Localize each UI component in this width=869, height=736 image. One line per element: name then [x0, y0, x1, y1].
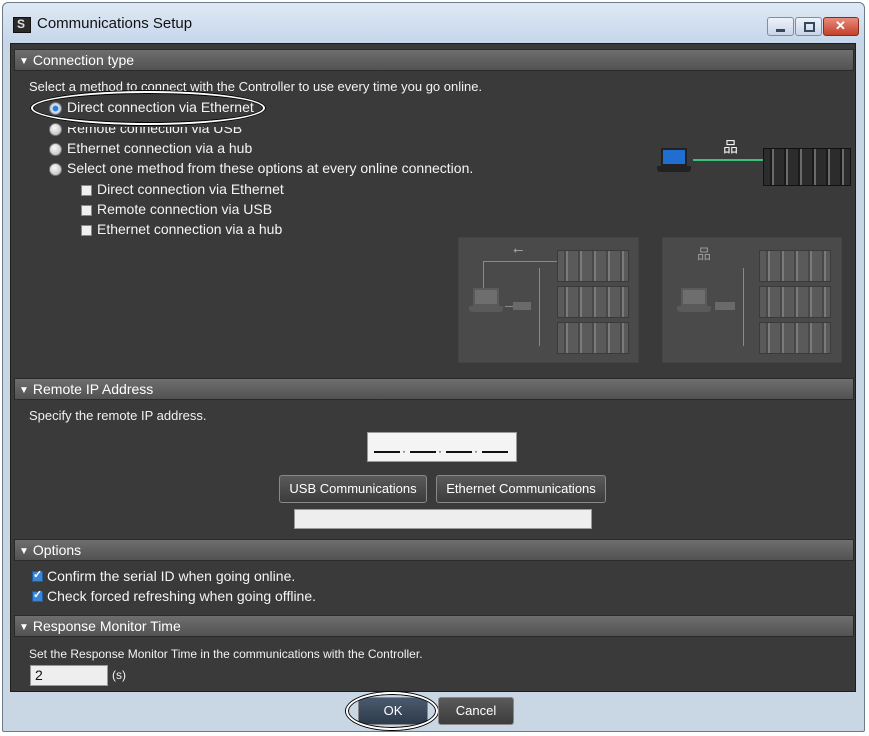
ip-octet-1[interactable]: [374, 451, 400, 453]
radio-remote-usb[interactable]: [49, 123, 62, 136]
confirm-serial-id-label: Confirm the serial ID when going online.: [47, 568, 296, 584]
ip-octet-4[interactable]: [482, 451, 508, 453]
cancel-button[interactable]: Cancel: [438, 697, 514, 725]
highlight-oval: [31, 91, 265, 125]
radio-ethernet-hub[interactable]: [49, 143, 62, 156]
response-monitor-title: Response Monitor Time: [32, 618, 181, 634]
dialog-content: ▼ Connection type Select a method to conn…: [10, 43, 856, 692]
diagram-controller-1: [557, 250, 629, 282]
close-icon[interactable]: [823, 17, 859, 36]
ip-octet-3[interactable]: [446, 451, 472, 453]
collapse-triangle-icon: ▼: [19, 56, 29, 67]
app-icon: [13, 17, 31, 33]
connection-type-title: Connection type: [32, 52, 135, 68]
window-title: Communications Setup: [37, 15, 193, 32]
usb-icon: ⭠: [513, 242, 524, 257]
ip-dot: ·: [402, 444, 406, 458]
network-icon: 品: [723, 139, 739, 156]
controller-icon: [763, 148, 851, 186]
hub-connection-diagram: 品: [662, 237, 842, 363]
ip-address-input[interactable]: · · ·: [367, 432, 517, 462]
ip-octet-2[interactable]: [410, 451, 436, 453]
hub-bus-wire: [539, 268, 540, 346]
usb-wire: [483, 261, 563, 262]
switch-bus-wire: [743, 268, 744, 346]
check-forced-refreshing-checkbox[interactable]: [32, 588, 43, 602]
usb-communications-test-button[interactable]: USB Communications Test: [279, 475, 427, 522]
collapse-triangle-icon: ▼: [19, 622, 29, 633]
diagram-controller-3: [557, 322, 629, 354]
response-monitor-time-input[interactable]: 2: [30, 665, 108, 686]
diagram-switch-icon: [715, 302, 735, 310]
ethernet-cable: [693, 159, 763, 161]
maximize-icon[interactable]: [795, 17, 822, 36]
laptop-hub-wire: [505, 306, 513, 307]
options-title: Options: [32, 542, 82, 558]
diagram-network-icon: 品: [697, 246, 711, 262]
ip-dot: ·: [438, 444, 442, 458]
ok-highlight-oval: [346, 692, 438, 730]
sub-checkbox-remote-usb[interactable]: [81, 205, 92, 216]
test-result-field: [294, 509, 592, 529]
minimize-icon[interactable]: [767, 17, 794, 36]
radio-select-each-time[interactable]: [49, 163, 62, 176]
check-forced-refreshing-label: Check forced refreshing when going offli…: [47, 588, 317, 604]
diagram-hub-icon: [513, 302, 531, 310]
ip-dot: ·: [474, 444, 478, 458]
dialog-footer: OK Cancel: [0, 692, 861, 730]
option-ethernet-hub-label: Ethernet connection via a hub: [67, 140, 253, 156]
diagram-controller-4: [759, 250, 831, 282]
option-select-each-time-label: Select one method from these options at …: [67, 160, 474, 176]
collapse-triangle-icon: ▼: [19, 385, 29, 396]
seconds-unit-label: (s): [112, 668, 126, 682]
sub-checkbox-direct-ethernet[interactable]: [81, 185, 92, 196]
connection-type-header[interactable]: ▼ Connection type: [14, 49, 854, 71]
confirm-serial-id-checkbox[interactable]: [32, 568, 43, 582]
response-monitor-instruction: Set the Response Monitor Time in the com…: [29, 647, 423, 661]
usb-connection-diagram: ⭠: [458, 237, 639, 363]
response-monitor-header[interactable]: ▼ Response Monitor Time: [14, 615, 854, 637]
options-header[interactable]: ▼ Options: [14, 539, 854, 561]
title-bar[interactable]: Communications Setup: [3, 3, 864, 43]
remote-ip-instruction: Specify the remote IP address.: [29, 408, 207, 423]
remote-ip-header[interactable]: ▼ Remote IP Address: [14, 378, 854, 400]
diagram-controller-5: [759, 286, 831, 318]
sub-checkbox-ethernet-hub[interactable]: [81, 225, 92, 236]
collapse-triangle-icon: ▼: [19, 546, 29, 557]
remote-ip-title: Remote IP Address: [32, 381, 154, 397]
ethernet-communications-test-button[interactable]: Ethernet Communications Test: [436, 475, 606, 522]
diagram-controller-6: [759, 322, 831, 354]
sub-option-direct-ethernet-label: Direct connection via Ethernet: [97, 181, 284, 197]
sub-option-ethernet-hub-label: Ethernet connection via a hub: [97, 221, 283, 237]
diagram-controller-2: [557, 286, 629, 318]
sub-option-remote-usb-label: Remote connection via USB: [97, 201, 273, 217]
usb-wire-vertical: [483, 261, 484, 291]
